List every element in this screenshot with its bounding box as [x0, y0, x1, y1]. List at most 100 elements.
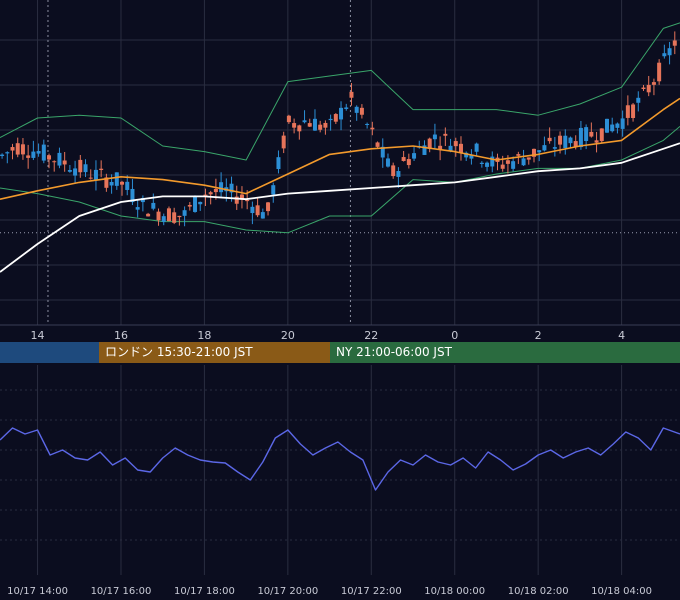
candle-body — [505, 160, 510, 164]
candle-body — [537, 150, 542, 153]
candle-body — [610, 124, 615, 132]
candle-body — [604, 118, 609, 133]
candle-body — [47, 155, 52, 160]
osc-x-tick-label: 10/17 22:00 — [341, 586, 402, 597]
candle-body — [558, 135, 563, 145]
candle-body — [359, 107, 364, 115]
candle-body — [657, 62, 662, 82]
candle-body — [255, 205, 260, 216]
osc-x-tick-label: 10/17 16:00 — [91, 586, 152, 597]
candle-body — [443, 133, 448, 136]
candle-body — [385, 158, 390, 167]
candle-body — [672, 40, 677, 46]
candle-body — [266, 202, 271, 212]
price-x-tick-label: 22 — [364, 329, 378, 342]
osc-bg — [0, 365, 680, 600]
candle-body — [667, 48, 672, 56]
candle-body — [563, 135, 568, 148]
candle-body — [552, 147, 557, 149]
candle-body — [213, 188, 218, 193]
price-x-tick-label: 20 — [281, 329, 295, 342]
candle-body — [276, 157, 281, 169]
session-bar-tokyo — [0, 342, 99, 363]
candle-body — [52, 161, 57, 163]
candle-body — [292, 123, 297, 128]
candle-body — [401, 157, 406, 161]
candle-body — [120, 181, 125, 185]
candle-body — [365, 123, 370, 125]
candle-body — [662, 53, 667, 57]
candle-body — [219, 182, 224, 193]
candle-body — [620, 118, 625, 129]
candle-body — [641, 87, 646, 90]
osc-x-tick-label: 10/17 14:00 — [7, 586, 68, 597]
candle-body — [198, 201, 203, 205]
candle-body — [62, 160, 67, 165]
candle-body — [391, 165, 396, 177]
candle-body — [15, 143, 20, 155]
candle-body — [615, 123, 620, 128]
candle-body — [172, 212, 177, 223]
candle-body — [208, 192, 213, 195]
candle-body — [375, 142, 380, 147]
candle-body — [182, 210, 187, 216]
candle-body — [73, 168, 78, 176]
candle-body — [312, 118, 317, 131]
candle-body — [193, 196, 198, 212]
candle-body — [516, 154, 521, 156]
candle-body — [57, 152, 62, 166]
price-x-tick-label: 14 — [31, 329, 45, 342]
candle-body — [88, 177, 93, 179]
candle-body — [349, 91, 354, 98]
candle-body — [245, 199, 250, 202]
candle-body — [333, 114, 338, 122]
candle-body — [578, 127, 583, 148]
candle-body — [125, 181, 130, 190]
price-x-tick-label: 18 — [197, 329, 211, 342]
candle-body — [114, 172, 119, 186]
candle-body — [406, 159, 411, 166]
candle-body — [156, 211, 161, 221]
candle-body — [10, 147, 15, 151]
oscillator-chart[interactable]: 10/17 14:00 10/17 16:00 10/17 18:00 10/17 2… — [0, 365, 680, 600]
candle-body — [438, 145, 443, 150]
price-x-tick-label: 16 — [114, 329, 128, 342]
candle-body — [500, 164, 505, 169]
candle-body — [584, 127, 589, 142]
price-x-tick-label: 0 — [451, 329, 458, 342]
candle-body — [20, 144, 25, 155]
candle-body — [0, 154, 5, 156]
candle-body — [599, 128, 604, 142]
candle-body — [589, 131, 594, 137]
candle-body — [307, 123, 312, 127]
candle-body — [146, 213, 151, 217]
candle-body — [547, 137, 552, 142]
session-bar-ny: NY 21:00-06:00 JST — [330, 342, 680, 363]
candle-body — [354, 106, 359, 113]
candle-body — [250, 206, 255, 214]
candle-body — [93, 169, 98, 180]
candle-body — [166, 208, 171, 222]
candle-body — [297, 125, 302, 132]
candle-body — [302, 120, 307, 123]
candle-body — [568, 137, 573, 144]
candle-body — [344, 107, 349, 109]
candle-body — [339, 107, 344, 120]
price-bg — [0, 0, 680, 342]
price-x-tick-label: 4 — [618, 329, 625, 342]
candle-body — [109, 181, 114, 186]
candle-body — [485, 162, 490, 167]
candle-body — [432, 134, 437, 140]
candle-body — [396, 171, 401, 177]
candle-body — [151, 202, 156, 209]
osc-x-tick-label: 10/18 00:00 — [424, 586, 485, 597]
candle-body — [594, 140, 599, 143]
price-x-tick-label: 2 — [535, 329, 542, 342]
session-label-london: ロンドン 15:30-21:00 JST — [105, 345, 253, 359]
candle-body — [625, 105, 630, 118]
candle-body — [177, 215, 182, 218]
candle-body — [479, 162, 484, 164]
session-bar-london: ロンドン 15:30-21:00 JST — [99, 342, 330, 363]
price-chart[interactable]: 14 16 18 20 22 0 2 4 — [0, 0, 680, 342]
candle-body — [67, 170, 72, 172]
